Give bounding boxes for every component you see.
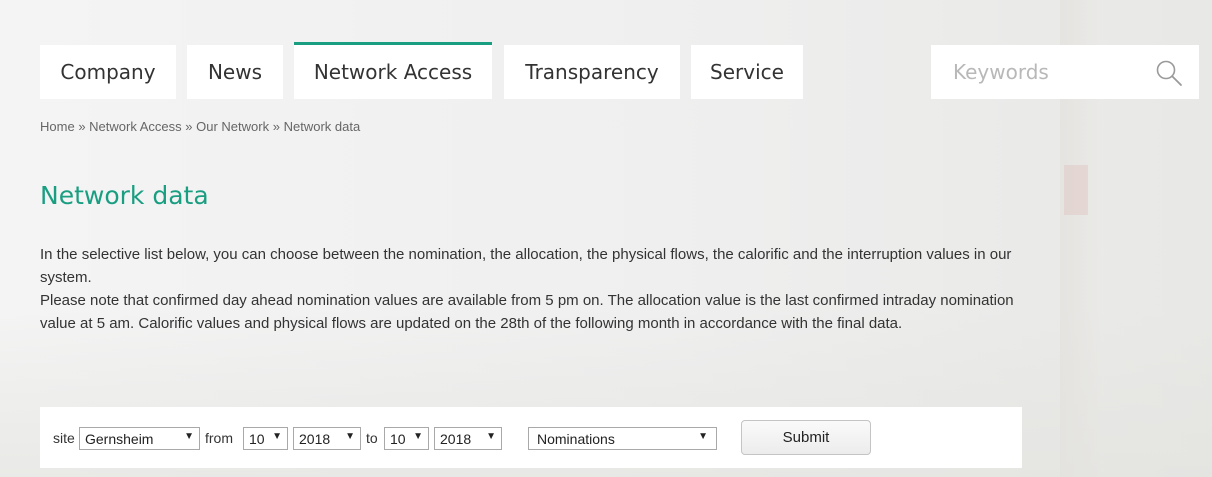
nav-tab-service[interactable]: Service [691,45,803,99]
from-year-select[interactable]: 2018 ▼ [293,427,361,450]
breadcrumb-separator: » [78,119,86,134]
breadcrumb-separator: » [185,119,193,134]
breadcrumb-network-access[interactable]: Network Access [89,119,181,134]
site-select[interactable]: Gernsheim ▼ [79,427,200,450]
to-month-select[interactable]: 10 ▼ [384,427,429,450]
nav-tab-network-access[interactable]: Network Access [294,42,492,99]
nav-tab-news[interactable]: News [187,45,283,99]
search-input[interactable] [931,51,1155,93]
chevron-down-icon: ▼ [486,431,496,442]
nav-tab-company[interactable]: Company [40,45,176,99]
site-label: site [53,430,75,446]
nav-tab-transparency[interactable]: Transparency [504,45,680,99]
breadcrumb-our-network[interactable]: Our Network [196,119,269,134]
chevron-down-icon: ▼ [272,431,282,442]
breadcrumb-home[interactable]: Home [40,119,75,134]
submit-button[interactable]: Submit [741,420,871,455]
breadcrumb: Home » Network Access » Our Network » Ne… [40,119,360,134]
page-title: Network data [40,181,209,210]
from-label: from [205,430,233,446]
data-type-value: Nominations [537,430,615,447]
from-month-select[interactable]: 10 ▼ [243,427,288,450]
to-year-value: 2018 [440,430,472,447]
from-month-value: 10 [249,430,265,447]
from-year-value: 2018 [299,430,331,447]
filter-form: site Gernsheim ▼ from 10 ▼ 2018 ▼ to 10 … [40,407,1022,468]
background-pole-marker [1064,165,1088,215]
chevron-down-icon: ▼ [345,431,355,442]
search-box [931,45,1199,99]
description-paragraph: In the selective list below, you can cho… [40,246,1012,286]
chevron-down-icon: ▼ [413,431,423,442]
data-type-select[interactable]: Nominations ▼ [528,427,717,450]
chevron-down-icon: ▼ [698,431,708,442]
to-month-value: 10 [390,430,406,447]
chevron-down-icon: ▼ [184,431,194,442]
breadcrumb-separator: » [272,119,280,134]
page-description: In the selective list below, you can cho… [40,243,1020,335]
to-year-select[interactable]: 2018 ▼ [434,427,502,450]
to-label: to [366,430,378,446]
description-paragraph: Please note that confirmed day ahead nom… [40,292,1014,332]
site-select-value: Gernsheim [85,430,154,447]
breadcrumb-current: Network data [283,119,361,134]
search-icon[interactable] [1155,59,1183,87]
